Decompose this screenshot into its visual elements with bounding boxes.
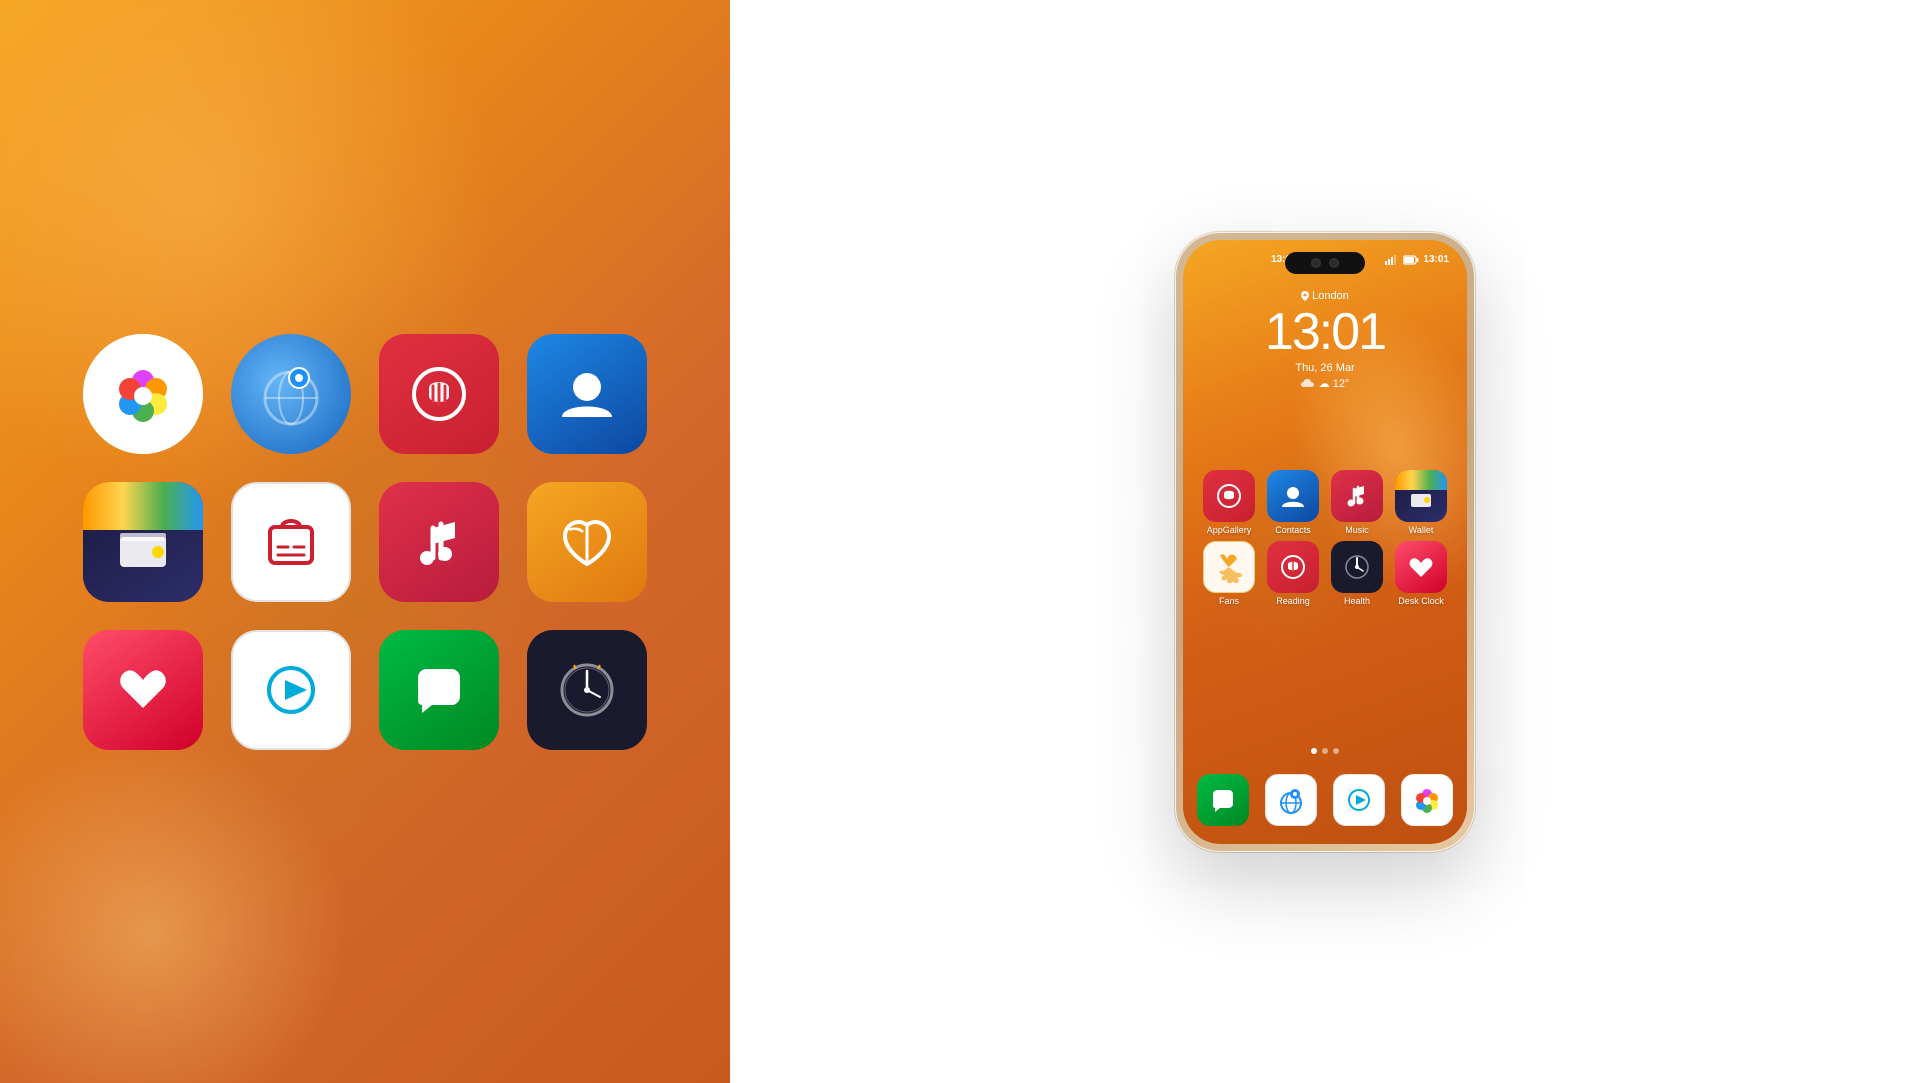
app-health[interactable] (83, 630, 203, 750)
app-messages[interactable] (379, 630, 499, 750)
left-panel (0, 0, 730, 1083)
phone-appgallery-label: AppGallery (1207, 525, 1252, 535)
location-icon (1301, 291, 1309, 301)
app-video[interactable] (231, 630, 351, 750)
phone-app-deskclock[interactable]: Desk Clock (1395, 541, 1447, 606)
cloud-icon (1301, 378, 1315, 388)
phone-reading-label: Reading (1276, 596, 1310, 606)
battery-time-label: 13:01 (1423, 254, 1449, 265)
phone-app-appgallery[interactable]: AppGallery (1203, 470, 1255, 535)
phone-page-dots (1183, 748, 1467, 754)
location-text: London (1312, 290, 1349, 302)
status-icons: 13:01 (1385, 254, 1449, 265)
phone-location: London (1301, 290, 1349, 302)
phone-app-row-2: Fans Reading Health (1183, 541, 1467, 606)
phone-dock-messages[interactable] (1197, 774, 1249, 826)
phone-lock-info: London 13:01 Thu, 26 Mar ☁ 12° (1183, 290, 1467, 390)
battery-icon (1403, 255, 1419, 265)
phone-time: 13:01 (1265, 306, 1385, 358)
app-clock[interactable] (527, 630, 647, 750)
phone-dock-petal[interactable] (1401, 774, 1453, 826)
phone-notch (1285, 252, 1365, 274)
phone-app-music[interactable]: Music (1331, 470, 1383, 535)
phone-music-label: Music (1345, 525, 1369, 535)
phone-camera-right (1329, 258, 1339, 268)
phone-app-grid: AppGallery Contacts Music (1183, 470, 1467, 612)
page-dot-2[interactable] (1322, 748, 1328, 754)
phone-deskclock-label: Desk Clock (1398, 596, 1444, 606)
phone-date: Thu, 26 Mar (1295, 362, 1354, 374)
page-dot-3[interactable] (1333, 748, 1339, 754)
phone-contacts-label: Contacts (1275, 525, 1311, 535)
app-reading[interactable] (527, 482, 647, 602)
app-grid (83, 334, 647, 750)
phone-app-contacts[interactable]: Contacts (1267, 470, 1319, 535)
phone-app-reading[interactable]: Reading (1267, 541, 1319, 606)
phone-dock-browser[interactable] (1265, 774, 1317, 826)
right-panel: 13:01 13:01 (730, 0, 1920, 1083)
page-dot-1[interactable] (1311, 748, 1317, 754)
app-wallet[interactable] (83, 482, 203, 602)
phone-app-row-1: AppGallery Contacts Music (1183, 470, 1467, 535)
app-petal[interactable] (83, 334, 203, 454)
app-appgallery[interactable] (379, 334, 499, 454)
phone-weather: ☁ 12° (1301, 377, 1350, 390)
phone-dock-video[interactable] (1333, 774, 1385, 826)
signal-icon (1385, 255, 1399, 265)
phone-fans-label: Fans (1219, 596, 1239, 606)
app-store[interactable] (231, 482, 351, 602)
phone-camera-left (1311, 258, 1321, 268)
phone-app-wallet[interactable]: Wallet (1395, 470, 1447, 535)
app-contacts[interactable] (527, 334, 647, 454)
phone-health-label: Health (1344, 596, 1370, 606)
phone-app-fans[interactable]: Fans (1203, 541, 1255, 606)
phone-screen: 13:01 13:01 (1183, 240, 1467, 844)
phone-mockup: 13:01 13:01 (1175, 232, 1475, 852)
weather-text: ☁ 12° (1319, 377, 1350, 390)
phone-dock (1183, 766, 1467, 834)
app-browser[interactable] (231, 334, 351, 454)
app-music[interactable] (379, 482, 499, 602)
phone-wallet-label: Wallet (1409, 525, 1434, 535)
phone-app-health[interactable]: Health (1331, 541, 1383, 606)
